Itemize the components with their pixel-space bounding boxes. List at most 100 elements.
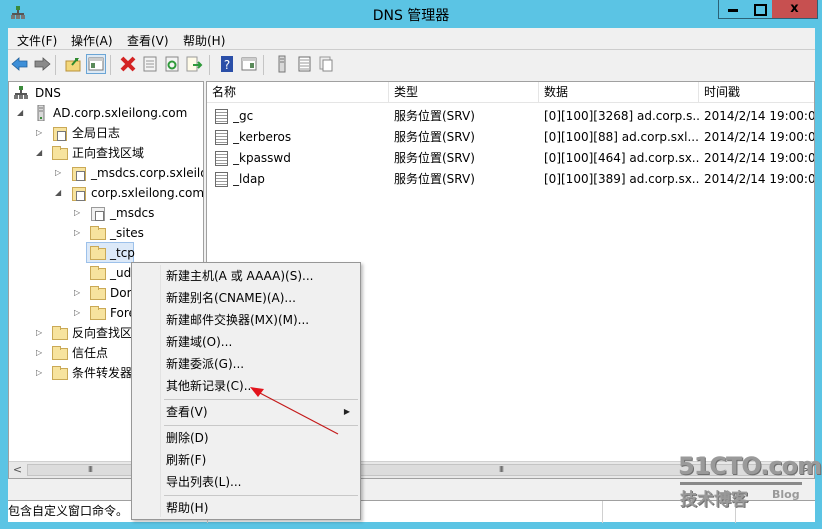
zone-icon[interactable] bbox=[317, 55, 335, 73]
tree-label: _msdcs bbox=[110, 206, 155, 220]
scroll-right-arrow-icon[interactable]: > bbox=[797, 462, 814, 478]
show-hide-tree-button[interactable] bbox=[86, 54, 106, 74]
cell-type: 服务位置(SRV) bbox=[394, 151, 475, 165]
menu-refresh[interactable]: 刷新(F) bbox=[134, 449, 358, 471]
collapsed-arrow-icon[interactable]: ▷ bbox=[36, 123, 45, 143]
collapsed-arrow-icon[interactable]: ▷ bbox=[36, 323, 45, 343]
menu-export-list[interactable]: 导出列表(L)... bbox=[134, 471, 358, 493]
record-list-icon[interactable] bbox=[295, 55, 313, 73]
cell-type: 服务位置(SRV) bbox=[394, 172, 475, 186]
menu-view[interactable]: 查看(V) ▶ bbox=[134, 401, 358, 423]
back-arrow-icon[interactable] bbox=[11, 55, 29, 73]
server-icon[interactable] bbox=[273, 55, 291, 73]
folder-icon bbox=[90, 225, 106, 241]
delete-icon[interactable] bbox=[119, 55, 137, 73]
collapsed-arrow-icon[interactable]: ▷ bbox=[74, 303, 83, 323]
menu-action[interactable]: 操作(A) bbox=[71, 32, 113, 49]
server-icon bbox=[37, 105, 45, 121]
cell-data: [0][100][3268] ad.corp.s... bbox=[544, 109, 699, 123]
menu-separator bbox=[164, 399, 358, 400]
menu-view-label: 查看(V) bbox=[166, 405, 208, 419]
folder-icon bbox=[52, 365, 68, 381]
maximize-button[interactable] bbox=[746, 0, 773, 19]
cell-data: [0][100][389] ad.corp.sx... bbox=[544, 172, 699, 186]
cell-timestamp: 2014/2/14 19:00:00 bbox=[704, 151, 815, 165]
menu-new-mail-exchanger[interactable]: 新建邮件交换器(MX)(M)... bbox=[134, 309, 358, 331]
column-header-name[interactable]: 名称 bbox=[207, 82, 389, 103]
cell-timestamp: 2014/2/14 19:00:00 bbox=[704, 130, 815, 144]
list-row[interactable]: _kerberos 服务位置(SRV) [0][100][88] ad.corp… bbox=[207, 127, 815, 148]
collapsed-arrow-icon[interactable]: ▷ bbox=[74, 223, 83, 243]
status-cell bbox=[468, 501, 603, 523]
log-icon bbox=[52, 125, 68, 141]
menu-new-delegation[interactable]: 新建委派(G)... bbox=[134, 353, 358, 375]
show-action-pane-icon[interactable] bbox=[240, 55, 258, 73]
menu-file[interactable]: 文件(F) bbox=[17, 32, 57, 49]
cell-name: _ldap bbox=[233, 172, 265, 186]
status-bar: 包含自定义窗口命令。 bbox=[8, 500, 815, 523]
forward-arrow-icon[interactable] bbox=[33, 55, 51, 73]
list-row[interactable]: _gc 服务位置(SRV) [0][100][3268] ad.corp.s..… bbox=[207, 106, 814, 127]
collapsed-arrow-icon[interactable]: ▷ bbox=[55, 163, 64, 183]
folder-icon bbox=[52, 345, 68, 361]
export-list-icon[interactable] bbox=[185, 55, 203, 73]
menu-help[interactable]: 帮助(H) bbox=[134, 497, 358, 519]
tree-label: DNS bbox=[35, 86, 61, 100]
tree-item-tcp[interactable]: _tcp bbox=[86, 242, 135, 263]
cell-name: _kerberos bbox=[233, 130, 292, 144]
column-header-timestamp[interactable]: 时间戳 bbox=[699, 82, 814, 103]
zone-icon bbox=[71, 165, 87, 181]
dns-icon bbox=[14, 86, 28, 99]
collapsed-arrow-icon[interactable]: ▷ bbox=[36, 363, 45, 383]
menu-new-domain[interactable]: 新建域(O)... bbox=[134, 331, 358, 353]
toolbar: ? bbox=[8, 51, 815, 77]
menu-delete[interactable]: 删除(D) bbox=[134, 427, 358, 449]
collapsed-arrow-icon[interactable]: ▷ bbox=[36, 343, 45, 363]
menu-other-new-records[interactable]: 其他新记录(C)... bbox=[134, 375, 358, 397]
column-header-data[interactable]: 数据 bbox=[539, 82, 699, 103]
list-row[interactable]: _kpasswd 服务位置(SRV) [0][100][464] ad.corp… bbox=[207, 148, 815, 169]
zone-icon bbox=[71, 185, 87, 201]
column-header-type[interactable]: 类型 bbox=[389, 82, 539, 103]
expanded-arrow-icon[interactable]: ◢ bbox=[55, 183, 64, 203]
menu-separator bbox=[164, 495, 358, 496]
tree-label: 条件转发器 bbox=[72, 366, 133, 380]
collapsed-arrow-icon[interactable]: ▷ bbox=[74, 283, 83, 303]
up-folder-icon[interactable] bbox=[64, 55, 82, 73]
toolbar-separator bbox=[110, 55, 111, 75]
close-button[interactable]: x bbox=[772, 0, 818, 19]
menu-new-host[interactable]: 新建主机(A 或 AAAA)(S)... bbox=[134, 265, 358, 287]
folder-icon bbox=[52, 325, 68, 341]
cell-type: 服务位置(SRV) bbox=[394, 130, 475, 144]
cell-timestamp: 2014/2/14 19:00:00 bbox=[704, 172, 815, 186]
status-cell bbox=[603, 501, 736, 523]
toolbar-separator bbox=[55, 55, 56, 75]
expanded-arrow-icon[interactable]: ◢ bbox=[36, 143, 45, 163]
folder-icon bbox=[90, 285, 106, 301]
expanded-arrow-icon[interactable]: ◢ bbox=[17, 103, 26, 123]
list-row[interactable]: _ldap 服务位置(SRV) [0][100][389] ad.corp.sx… bbox=[207, 169, 815, 190]
refresh-icon[interactable] bbox=[163, 55, 181, 73]
scroll-left-arrow-icon[interactable]: < bbox=[9, 462, 26, 478]
toolbar-separator bbox=[263, 55, 264, 75]
properties-icon[interactable] bbox=[141, 55, 159, 73]
cell-name: _kpasswd bbox=[233, 151, 291, 165]
menu-view[interactable]: 查看(V) bbox=[127, 32, 169, 49]
folder-icon bbox=[52, 145, 68, 161]
help-icon[interactable]: ? bbox=[218, 55, 236, 73]
tree-label: _tcp bbox=[110, 246, 135, 260]
collapsed-arrow-icon[interactable]: ▷ bbox=[74, 203, 83, 223]
svg-text:?: ? bbox=[224, 58, 230, 72]
menu-help[interactable]: 帮助(H) bbox=[183, 32, 225, 49]
minimize-button[interactable] bbox=[718, 0, 747, 19]
tree-label: 信任点 bbox=[72, 346, 109, 360]
menu-new-alias[interactable]: 新建别名(CNAME)(A)... bbox=[134, 287, 358, 309]
submenu-arrow-icon: ▶ bbox=[343, 407, 350, 416]
cell-data: [0][100][88] ad.corp.sxl... bbox=[544, 130, 699, 144]
folder-icon bbox=[90, 305, 106, 321]
tree-label: AD.corp.sxleilong.com bbox=[53, 106, 188, 120]
srv-record-icon bbox=[215, 172, 228, 187]
show-hide-tree-icon bbox=[88, 57, 104, 71]
close-icon: x bbox=[790, 1, 799, 16]
menu-separator bbox=[164, 425, 358, 426]
